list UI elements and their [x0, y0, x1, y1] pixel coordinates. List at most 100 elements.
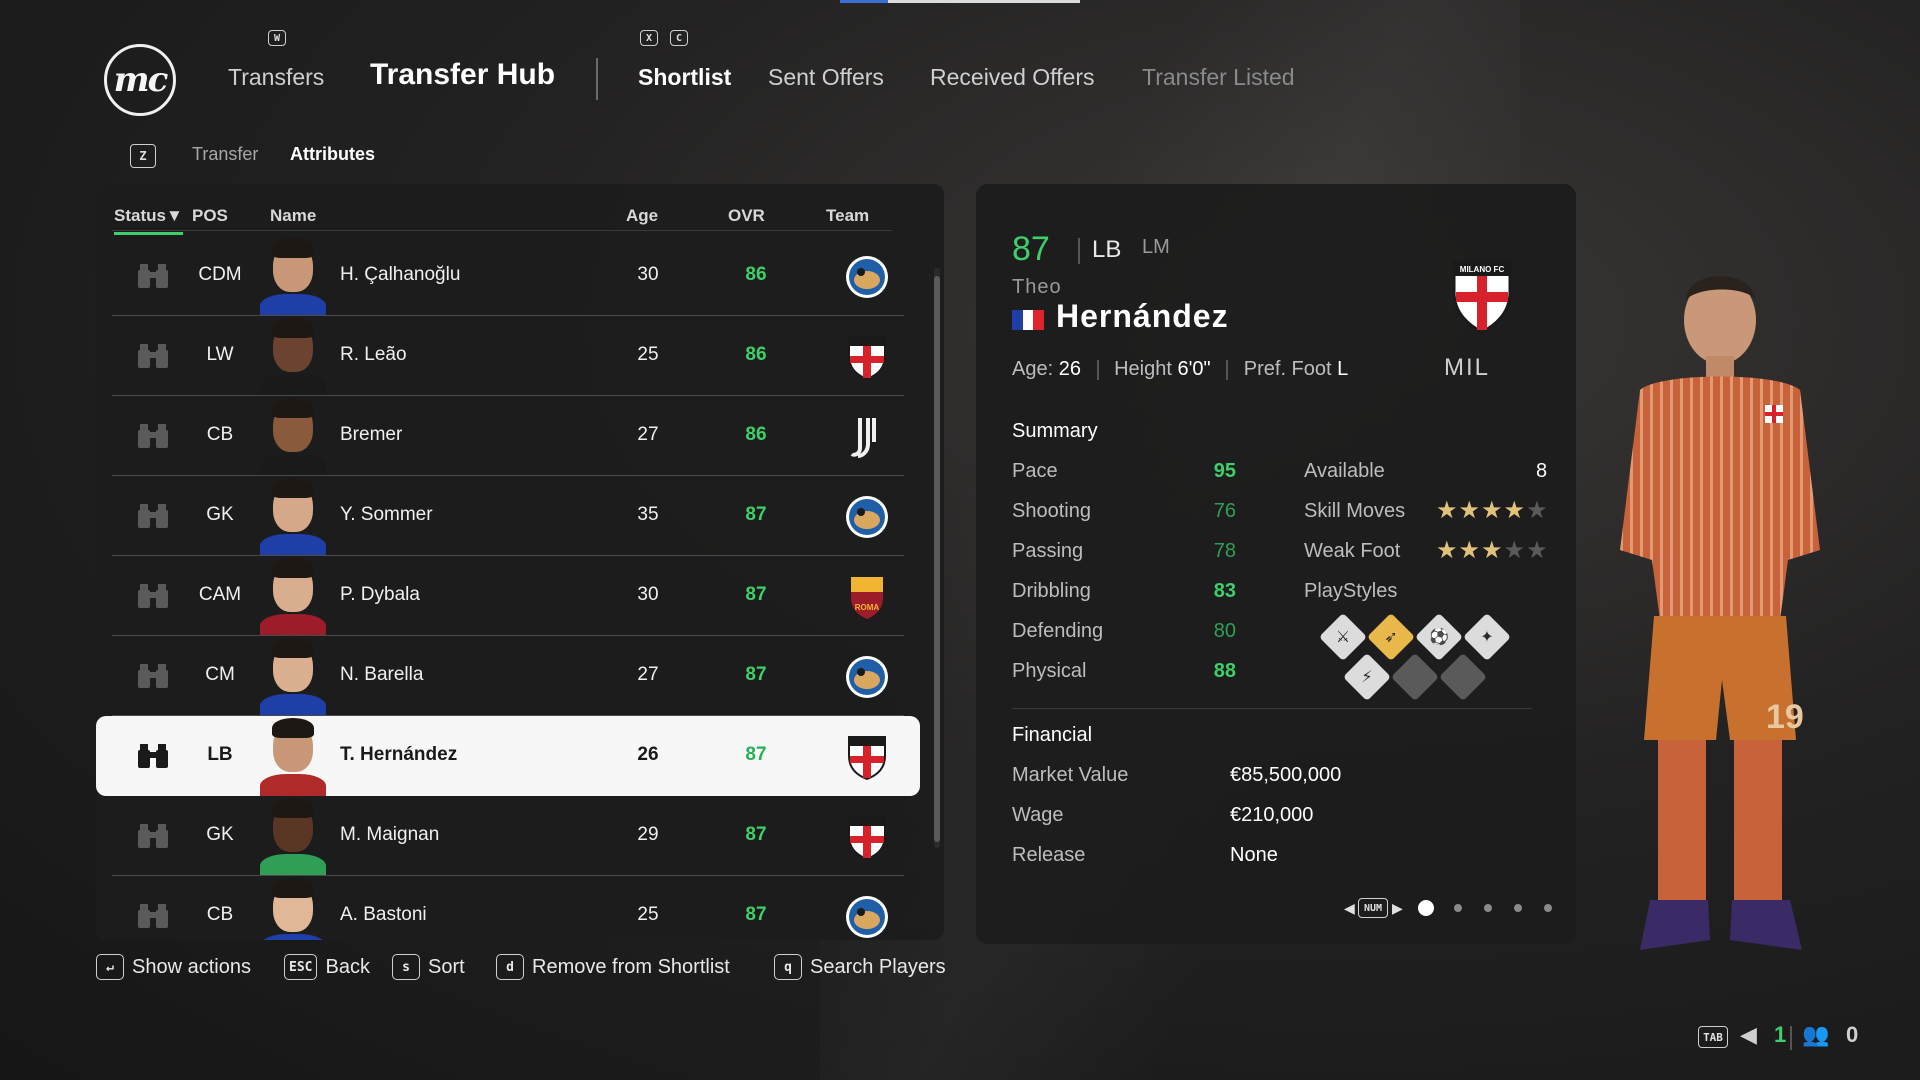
- player-position: GK: [206, 824, 234, 845]
- sort-button[interactable]: s Sort: [392, 954, 465, 980]
- stat-value: 76: [1213, 500, 1236, 522]
- star-icon: ★: [1481, 537, 1504, 564]
- stat-label: Shooting: [1012, 500, 1091, 522]
- release-label: Release: [1012, 844, 1086, 866]
- binoculars-icon: [138, 904, 168, 928]
- player-3d-model: 19: [1620, 276, 1820, 950]
- market-value-label: Market Value: [1012, 764, 1129, 786]
- stat-value: 80: [1213, 620, 1236, 642]
- stat-label: Physical: [1012, 660, 1087, 682]
- stat-value: 83: [1213, 580, 1236, 602]
- playstyle-plus-icon[interactable]: ➶: [1366, 612, 1416, 662]
- svg-text:ROMA: ROMA: [855, 603, 880, 612]
- column-team[interactable]: Team: [826, 206, 869, 226]
- player-position: CDM: [198, 264, 242, 285]
- column-name[interactable]: Name: [270, 206, 316, 226]
- star-icon: ★: [1503, 497, 1527, 524]
- table-row[interactable]: CAM P. Dybala 30 87 ROMA: [112, 556, 904, 636]
- table-row[interactable]: LW R. Leão 25 86: [112, 316, 904, 396]
- remove-from-shortlist-button[interactable]: d Remove from Shortlist: [496, 954, 730, 980]
- star-icon: ★: [1503, 537, 1527, 564]
- player-ovr: 86: [745, 344, 767, 365]
- playstyle-intercept-icon[interactable]: ⚔: [1318, 612, 1368, 662]
- player-portrait: [260, 798, 326, 876]
- financial-title: Financial: [1012, 724, 1093, 746]
- users-count: 0: [1846, 1022, 1859, 1047]
- table-header: Status▼ POS Name Age OVR Team: [96, 194, 944, 235]
- milan-club-crest-icon: MILANO FC: [1452, 260, 1512, 334]
- table-row[interactable]: CM N. Barella 27 87: [112, 636, 904, 716]
- player-portrait: [260, 878, 326, 940]
- star-icon: ★: [1436, 497, 1459, 524]
- tab-received-offers[interactable]: Received Offers: [930, 64, 1094, 91]
- player-name: R. Leão: [340, 344, 407, 365]
- inter-crest-icon: [844, 254, 890, 300]
- pager-dot[interactable]: [1544, 904, 1552, 912]
- player-position: CB: [206, 424, 234, 445]
- nav-transfer-hub[interactable]: Transfer Hub: [370, 58, 555, 92]
- table-row[interactable]: CB A. Bastoni 25 87: [112, 876, 904, 940]
- back-button[interactable]: ESC Back: [284, 954, 370, 980]
- pager-right-icon[interactable]: ▶: [1392, 900, 1403, 917]
- pager-dot[interactable]: [1484, 904, 1492, 912]
- player-ovr: 87: [745, 824, 767, 845]
- career-mode-logo: mc: [104, 44, 176, 116]
- table-row[interactable]: LB T. Hernández 26 87: [96, 716, 920, 796]
- player-portrait: [260, 638, 326, 716]
- subnav-attributes[interactable]: Attributes: [290, 144, 375, 165]
- table-row[interactable]: GK Y. Sommer 35 87: [112, 476, 904, 556]
- pager-dot[interactable]: [1418, 900, 1434, 916]
- pager-key-hint: NUM: [1358, 898, 1388, 918]
- pager-dot[interactable]: [1454, 904, 1462, 912]
- star-icon: ★: [1526, 497, 1549, 524]
- table-row[interactable]: CDM H. Çalhanoğlu 30 86: [112, 236, 904, 316]
- player-name: N. Barella: [340, 664, 424, 685]
- inter-crest-icon: [844, 654, 890, 700]
- wage-value: €210,000: [1230, 804, 1314, 826]
- table-row[interactable]: CB Bremer 27 86: [112, 396, 904, 476]
- binoculars-icon: [138, 824, 168, 848]
- top-progress-accent: [840, 0, 888, 3]
- player-position: CAM: [198, 584, 242, 605]
- player-foot: L: [1337, 358, 1349, 380]
- player-portrait: [260, 558, 326, 636]
- player-name: T. Hernández: [340, 744, 458, 765]
- player-portrait: [260, 718, 326, 796]
- binoculars-icon: [138, 664, 168, 688]
- show-actions-button[interactable]: ↵ Show actions: [96, 954, 251, 980]
- roma-crest-icon: ROMA: [844, 574, 890, 620]
- milan-crest-icon: [844, 334, 890, 381]
- player-age: 26: [1058, 358, 1081, 380]
- pager-dot[interactable]: [1514, 904, 1522, 912]
- notification-icon[interactable]: ◀: [1740, 1022, 1757, 1048]
- column-ovr[interactable]: OVR: [728, 206, 765, 226]
- tab-transfer-listed[interactable]: Transfer Listed: [1142, 64, 1295, 91]
- nav-divider: [596, 58, 598, 100]
- table-row[interactable]: GK M. Maignan 29 87: [112, 796, 904, 876]
- column-pos[interactable]: POS: [192, 206, 228, 226]
- nav-transfers[interactable]: Transfers: [228, 64, 324, 91]
- playstyle-slide-tackle-icon[interactable]: ⚽: [1414, 612, 1464, 662]
- player-position: CM: [205, 664, 235, 685]
- users-icon[interactable]: 👥: [1802, 1022, 1829, 1048]
- star-icon: ★: [1526, 537, 1549, 564]
- juventus-crest-icon: [844, 414, 890, 460]
- player-ovr: 87: [745, 584, 767, 605]
- pager-left-icon[interactable]: ◀: [1344, 900, 1355, 917]
- tab-sent-offers[interactable]: Sent Offers: [768, 64, 884, 91]
- weak-foot-label: Weak Foot: [1304, 540, 1401, 562]
- tab-shortlist[interactable]: Shortlist: [638, 64, 731, 91]
- scrollbar-thumb[interactable]: [934, 276, 940, 842]
- playstyle-power-icon[interactable]: ✦: [1462, 612, 1512, 662]
- player-age: 26: [637, 744, 659, 765]
- search-players-button[interactable]: q Search Players: [774, 954, 946, 980]
- inter-crest-icon: [844, 494, 890, 540]
- playstyle-quick-step-icon[interactable]: ⚡: [1342, 652, 1392, 702]
- star-icon: ★: [1458, 497, 1482, 524]
- stat-label: Passing: [1012, 540, 1084, 562]
- player-detail-panel: 87 LB LM Theo Hernández Age: 26 Height 6…: [976, 184, 1576, 944]
- player-height: 6'0": [1177, 358, 1211, 380]
- column-age[interactable]: Age: [626, 206, 658, 226]
- player-name: A. Bastoni: [340, 904, 427, 925]
- subnav-transfer[interactable]: Transfer: [192, 144, 258, 165]
